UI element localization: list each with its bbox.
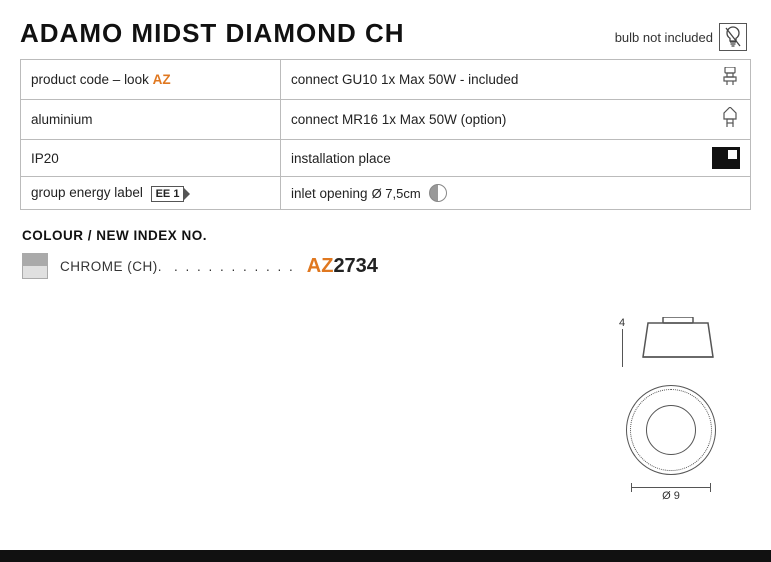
- side-view: 4: [619, 317, 723, 367]
- spec-table: product code – look AZ connect GU10 1x M…: [20, 59, 751, 210]
- energy-label: EE 1: [151, 186, 185, 202]
- halfmoon-icon: [429, 184, 447, 202]
- colour-code-prefix: AZ: [307, 255, 334, 277]
- spec-right-3: installation place: [281, 140, 751, 177]
- spec-left-text-2: aluminium: [31, 112, 93, 127]
- install-place-icon: [712, 147, 740, 169]
- spec-right-text-3: installation place: [291, 151, 391, 166]
- bulb-note-text: bulb not included: [615, 30, 713, 45]
- spec-right-1: connect GU10 1x Max 50W - included: [281, 60, 751, 100]
- spec-left-4: group energy label EE 1: [21, 177, 281, 210]
- diameter-label: Ø 9: [662, 490, 680, 502]
- spec-row-3: IP20 installation place: [21, 140, 751, 177]
- front-outer-circle: [626, 385, 716, 475]
- energy-label-text: EE 1: [156, 188, 180, 200]
- dim-vline: [622, 329, 623, 367]
- height-dimension: 4: [619, 317, 625, 367]
- dim-hline: [631, 487, 711, 488]
- front-dots-ring: [630, 389, 712, 471]
- page-container: ADAMO MIDST DIAMOND CH bulb not included…: [0, 0, 771, 562]
- spec-right-content-2: connect MR16 1x Max 50W (option): [291, 107, 740, 132]
- spec-right-content-1: connect GU10 1x Max 50W - included: [291, 67, 740, 92]
- bottom-bar: [0, 550, 771, 562]
- spec-row-1: product code – look AZ connect GU10 1x M…: [21, 60, 751, 100]
- profile-svg: [633, 317, 723, 363]
- spec-right-content-4: inlet opening Ø 7,5cm: [291, 184, 740, 202]
- spec-left-text-1: product code – look: [31, 72, 153, 87]
- spec-left-text-4: group energy label: [31, 185, 147, 200]
- energy-label-wrapper: EE 1: [147, 186, 185, 202]
- colour-label: CHROME (CH).: [60, 259, 162, 274]
- spec-left-text-3: IP20: [31, 151, 59, 166]
- spec-right-4: inlet opening Ø 7,5cm: [281, 177, 751, 210]
- spec-row-4: group energy label EE 1 inlet opening Ø …: [21, 177, 751, 210]
- spec-right-text-2: connect MR16 1x Max 50W (option): [291, 112, 506, 127]
- mr16-icon: [720, 107, 740, 132]
- spec-left-1: product code – look AZ: [21, 60, 281, 100]
- front-view: [626, 385, 716, 475]
- spec-right-content-3: installation place: [291, 147, 740, 169]
- inlet-text: inlet opening: [291, 186, 368, 201]
- height-label: 4: [619, 317, 625, 329]
- spec-left-3: IP20: [21, 140, 281, 177]
- gu10-icon: [720, 67, 740, 92]
- front-inner-circle: [646, 405, 696, 455]
- spec-right-2: connect MR16 1x Max 50W (option): [281, 100, 751, 140]
- colour-code: AZ2734: [307, 255, 378, 278]
- spec-right-text-1: connect GU10 1x Max 50W - included: [291, 72, 518, 87]
- diagram-area: 4: [591, 317, 751, 502]
- bulb-icon: [719, 23, 747, 51]
- spec-row-2: aluminium connect MR16 1x Max 50W (optio…: [21, 100, 751, 140]
- inlet-diameter: inlet opening Ø 7,5cm: [291, 184, 447, 202]
- colour-row: CHROME (CH). . . . . . . . . . . . AZ273…: [22, 253, 751, 279]
- diameter-dimension: Ø 9: [631, 487, 711, 502]
- colour-section-title: COLOUR / NEW INDEX NO.: [22, 228, 751, 243]
- spec-left-highlight-1: AZ: [153, 72, 171, 87]
- diameter-symbol: Ø 7,5cm: [372, 186, 421, 201]
- side-profile-drawing: [633, 317, 723, 363]
- colour-code-number: 2734: [333, 255, 378, 277]
- colour-section: COLOUR / NEW INDEX NO. CHROME (CH). . . …: [20, 228, 751, 279]
- spec-left-2: aluminium: [21, 100, 281, 140]
- colour-swatch-chrome: [22, 253, 48, 279]
- colour-dots: . . . . . . . . . . .: [174, 259, 295, 274]
